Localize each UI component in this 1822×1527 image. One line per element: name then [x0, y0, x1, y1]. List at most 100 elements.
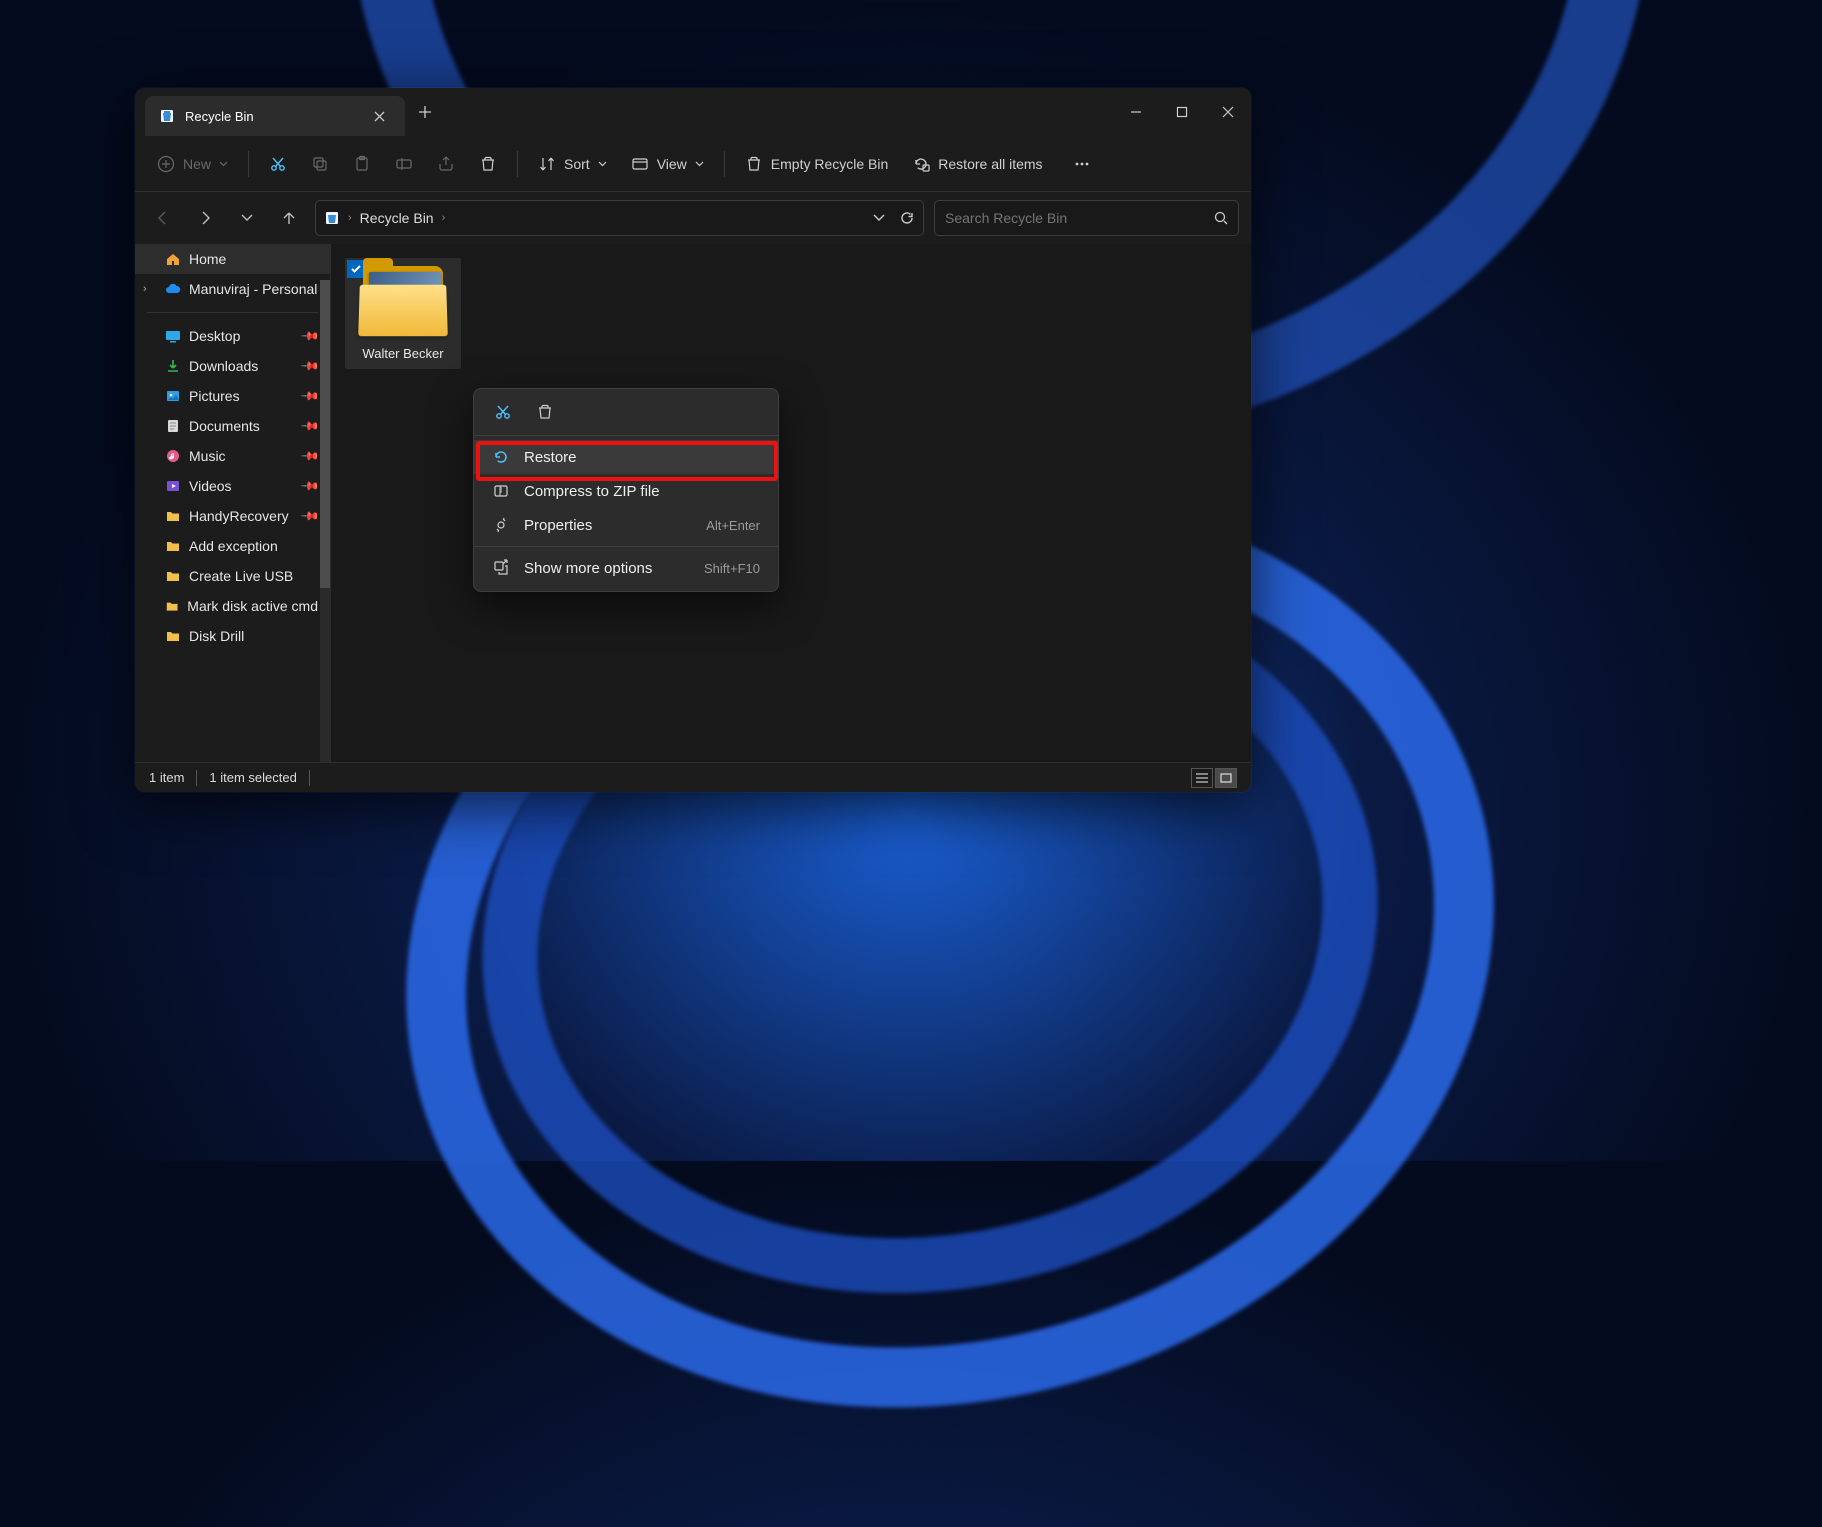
context-menu-item-compress[interactable]: Compress to ZIP file [474, 474, 778, 508]
status-bar: 1 item 1 item selected [135, 762, 1251, 792]
context-menu-label: Show more options [524, 560, 652, 577]
cut-button[interactable] [494, 403, 512, 421]
sidebar-item-videos[interactable]: Videos📌 [135, 471, 330, 501]
address-dropdown-button[interactable] [873, 214, 885, 222]
sidebar-item-handyrecovery[interactable]: HandyRecovery📌 [135, 501, 330, 531]
new-button[interactable]: New [147, 149, 238, 179]
restore-icon [492, 448, 510, 466]
sidebar-item-create-live-usb[interactable]: Create Live USB [135, 561, 330, 591]
pin-icon: 📌 [300, 416, 320, 436]
context-menu-label: Compress to ZIP file [524, 483, 660, 500]
search-box[interactable] [934, 200, 1239, 236]
breadcrumb-item[interactable]: Recycle Bin [360, 210, 434, 226]
empty-label: Empty Recycle Bin [771, 156, 888, 172]
tab-close-button[interactable] [368, 107, 391, 126]
sidebar-item-label: Music [189, 448, 226, 464]
folder-icon [165, 568, 181, 584]
view-label: View [657, 156, 687, 172]
sidebar-item-home[interactable]: Home [135, 244, 330, 274]
download-icon [165, 358, 181, 374]
empty-recycle-bin-button[interactable]: Empty Recycle Bin [735, 149, 898, 179]
sort-label: Sort [564, 156, 590, 172]
address-bar[interactable]: › Recycle Bin › [315, 200, 924, 236]
new-tab-button[interactable] [405, 88, 445, 136]
scrollbar-thumb[interactable] [320, 280, 330, 588]
search-input[interactable] [945, 210, 1206, 226]
pin-icon: 📌 [300, 446, 320, 466]
sort-button[interactable]: Sort [528, 149, 617, 179]
toolbar-separator [724, 151, 725, 177]
sidebar-item-desktop[interactable]: Desktop 📌 [135, 321, 330, 351]
chevron-right-icon: › [442, 212, 446, 224]
sidebar-item-mark-disk-active-cmd[interactable]: Mark disk active cmd [135, 591, 330, 621]
sidebar-item-documents[interactable]: Documents📌 [135, 411, 330, 441]
delete-button[interactable] [536, 403, 554, 421]
sidebar-item-label: Add exception [189, 538, 278, 554]
pin-icon: 📌 [300, 326, 320, 346]
maximize-button[interactable] [1159, 88, 1205, 136]
back-button[interactable] [147, 202, 179, 234]
view-icon [631, 155, 649, 173]
restore-all-label: Restore all items [938, 156, 1042, 172]
content-area[interactable]: Walter Becker [330, 244, 1251, 762]
window-controls [1113, 88, 1251, 136]
copy-button[interactable] [301, 149, 339, 179]
toolbar-separator [248, 151, 249, 177]
thumbnails-view-button[interactable] [1215, 768, 1237, 788]
chevron-down-icon [695, 161, 704, 167]
sidebar-item-downloads[interactable]: Downloads📌 [135, 351, 330, 381]
cut-button[interactable] [259, 149, 297, 179]
toolbar-separator [517, 151, 518, 177]
folder-icon [357, 262, 449, 338]
sidebar-scrollbar[interactable] [320, 280, 330, 762]
sidebar-item-disk-drill[interactable]: Disk Drill [135, 621, 330, 651]
cloud-icon [165, 281, 181, 297]
recent-button[interactable] [231, 202, 263, 234]
folder-icon [165, 598, 179, 614]
sidebar-item-add-exception[interactable]: Add exception [135, 531, 330, 561]
documents-icon [165, 418, 181, 434]
sidebar-item-label: Mark disk active cmd [187, 598, 318, 614]
folder-icon [165, 508, 181, 524]
more-button[interactable] [1063, 149, 1101, 179]
sidebar-item-label: Desktop [189, 328, 240, 344]
more-options-icon [492, 559, 510, 577]
home-icon [165, 251, 181, 267]
sidebar-item-pictures[interactable]: Pictures📌 [135, 381, 330, 411]
context-menu-item-properties[interactable]: Properties Alt+Enter [474, 508, 778, 542]
close-window-button[interactable] [1205, 88, 1251, 136]
pin-icon: 📌 [300, 476, 320, 496]
tab-title: Recycle Bin [185, 109, 254, 124]
paste-button[interactable] [343, 149, 381, 179]
trash-icon [479, 155, 497, 173]
music-icon [165, 448, 181, 464]
shortcut-label: Alt+Enter [706, 518, 760, 533]
view-button[interactable]: View [621, 149, 714, 179]
status-selected-count: 1 item selected [209, 770, 296, 785]
sidebar-item-label: Disk Drill [189, 628, 244, 644]
sidebar-item-onedrive[interactable]: › Manuviraj - Personal [135, 274, 330, 304]
sidebar-item-label: Manuviraj - Personal [189, 281, 317, 297]
tab-recycle-bin[interactable]: Recycle Bin [145, 96, 405, 136]
context-menu-item-restore[interactable]: Restore [474, 440, 778, 474]
sidebar-item-label: HandyRecovery [189, 508, 289, 524]
share-button[interactable] [427, 149, 465, 179]
minimize-button[interactable] [1113, 88, 1159, 136]
delete-button[interactable] [469, 149, 507, 179]
up-button[interactable] [273, 202, 305, 234]
sidebar-item-music[interactable]: Music 📌 [135, 441, 330, 471]
trash-icon [745, 155, 763, 173]
chevron-down-icon [598, 161, 607, 167]
view-switcher [1191, 768, 1237, 788]
status-item-count: 1 item [149, 770, 184, 785]
context-menu: Restore Compress to ZIP file Properties … [473, 388, 779, 592]
restore-all-button[interactable]: Restore all items [902, 149, 1052, 179]
details-view-button[interactable] [1191, 768, 1213, 788]
forward-button[interactable] [189, 202, 221, 234]
context-menu-item-more-options[interactable]: Show more options Shift+F10 [474, 551, 778, 585]
folder-icon [165, 628, 181, 644]
context-menu-icon-row [474, 395, 778, 431]
file-item[interactable]: Walter Becker [345, 258, 461, 369]
rename-button[interactable] [385, 149, 423, 179]
refresh-button[interactable] [899, 210, 915, 226]
